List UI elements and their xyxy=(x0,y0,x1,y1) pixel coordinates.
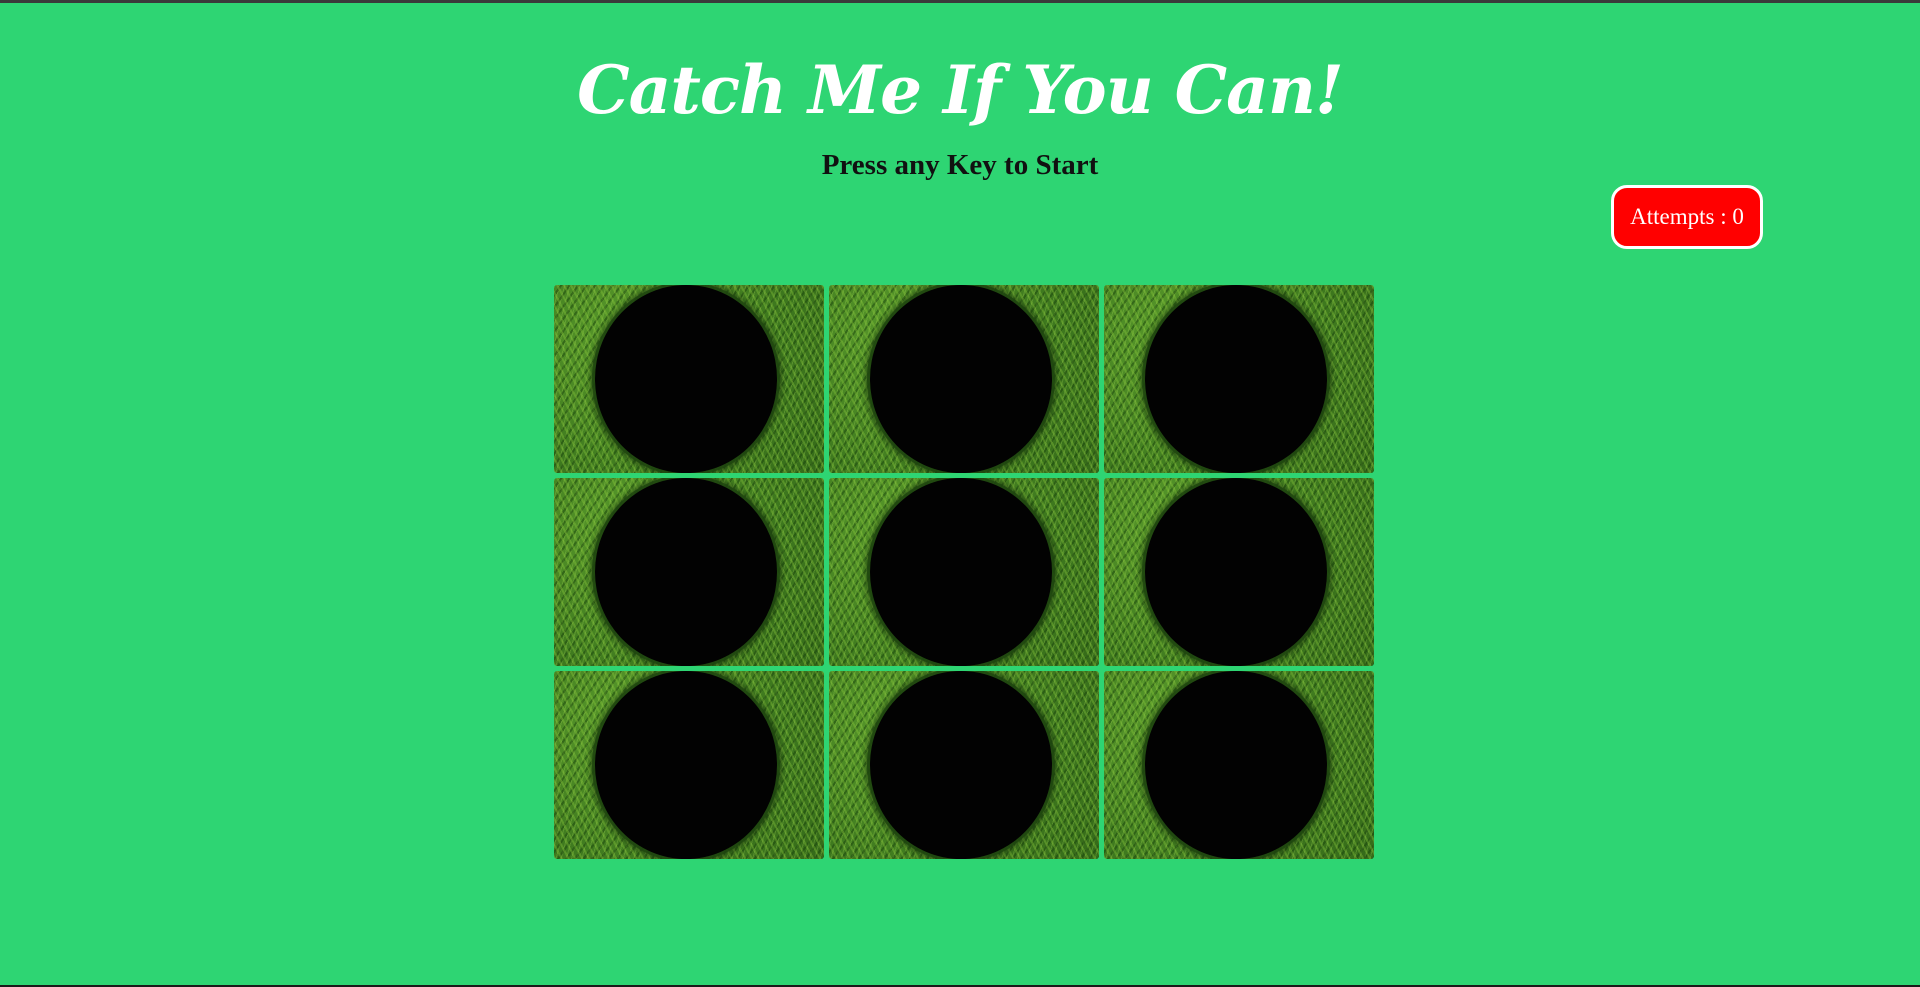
hole-pit xyxy=(595,478,777,666)
hole-pit xyxy=(595,285,777,473)
hole-2[interactable] xyxy=(829,285,1099,473)
start-instruction: Press any Key to Start xyxy=(821,149,1099,181)
hole-5[interactable] xyxy=(829,478,1099,666)
hole-6[interactable] xyxy=(1104,478,1374,666)
hole-3[interactable] xyxy=(1104,285,1374,473)
hole-4[interactable] xyxy=(554,478,824,666)
hole-grid xyxy=(554,285,1374,859)
hole-9[interactable] xyxy=(1104,671,1374,859)
game-title: Catch Me If You Can! xyxy=(577,51,1344,129)
hole-8[interactable] xyxy=(829,671,1099,859)
hole-pit xyxy=(1145,285,1327,473)
hole-pit xyxy=(1145,478,1327,666)
attempts-counter: Attempts : 0 xyxy=(1611,185,1763,249)
hole-pit xyxy=(870,671,1052,859)
hole-pit xyxy=(870,285,1052,473)
hole-pit xyxy=(870,478,1052,666)
hole-1[interactable] xyxy=(554,285,824,473)
hole-pit xyxy=(1145,671,1327,859)
hole-pit xyxy=(595,671,777,859)
hole-7[interactable] xyxy=(554,671,824,859)
